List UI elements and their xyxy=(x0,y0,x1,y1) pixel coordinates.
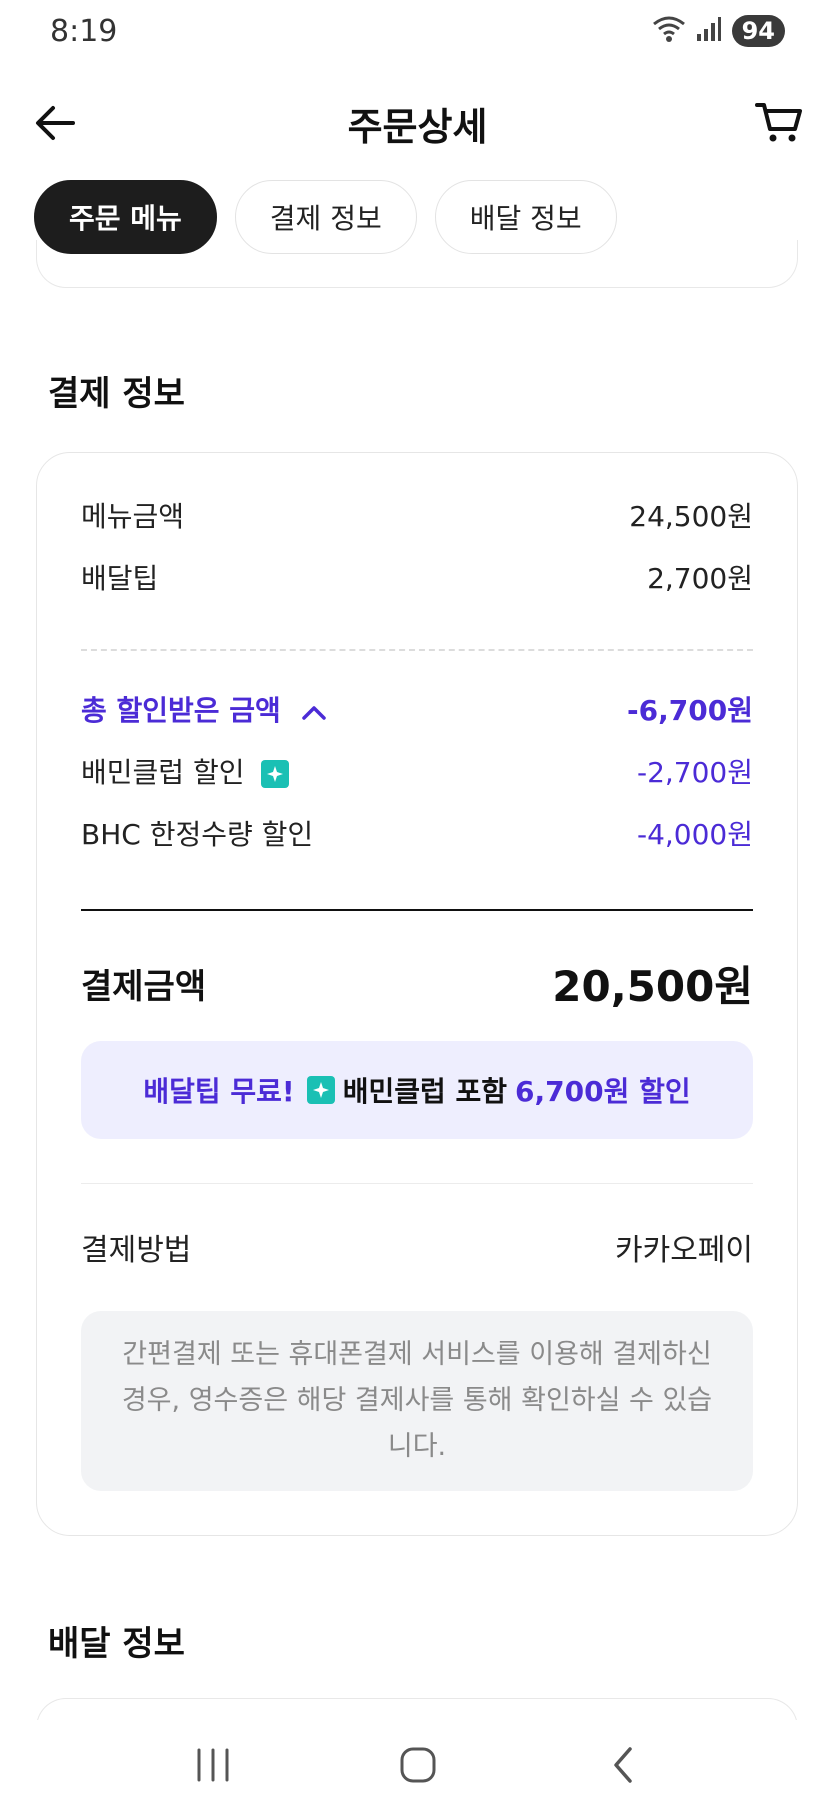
receipt-notice-text: 간편결제 또는 휴대폰결제 서비스를 이용해 결제하신 경우, 영수증은 해당 … xyxy=(121,1339,713,1462)
cart-icon xyxy=(755,103,802,142)
tab-delivery-info[interactable]: 배달 정보 xyxy=(434,180,617,254)
signal-icon xyxy=(696,16,722,46)
chevron-up-icon xyxy=(301,706,326,720)
system-nav-bar xyxy=(0,1720,835,1810)
method-divider xyxy=(81,1183,753,1184)
discount-total-value: -6,700원 xyxy=(627,694,753,727)
bhc-discount-label: BHC 한정수량 할인 xyxy=(81,818,314,851)
section-tabs: 주문 메뉴 결제 정보 배달 정보 xyxy=(34,180,617,254)
baemin-club-icon xyxy=(261,760,290,788)
delivery-tip-label: 배달팁 xyxy=(81,562,159,595)
payment-method-label: 결제방법 xyxy=(81,1233,192,1268)
discount-total-toggle[interactable]: 총 할인받은 금액 xyxy=(81,689,327,729)
recent-apps-button[interactable] xyxy=(178,1730,248,1800)
recent-apps-icon xyxy=(197,1748,228,1782)
wifi-icon xyxy=(652,14,686,48)
discount-total-label: 총 할인받은 금액 xyxy=(81,694,281,727)
menu-amount-label: 메뉴금액 xyxy=(81,500,185,533)
total-label: 결제금액 xyxy=(81,967,207,1007)
home-icon xyxy=(400,1747,435,1783)
battery-indicator: 94 xyxy=(731,15,785,47)
promo-discount-amount: 6,700원 할인 xyxy=(515,1075,691,1108)
discount-row: BHC 한정수량 할인 -4,000원 xyxy=(81,813,753,853)
tab-payment-info[interactable]: 결제 정보 xyxy=(234,180,417,254)
promo-free-tip: 배달팁 무료! xyxy=(143,1075,295,1108)
delivery-tip-row: 배달팁 2,700원 xyxy=(81,557,753,597)
status-time: 8:19 xyxy=(50,14,118,49)
delivery-section-title: 배달 정보 xyxy=(48,1624,185,1664)
delivery-tip-value: 2,700원 xyxy=(647,562,753,595)
total-value: 20,500원 xyxy=(552,962,753,1011)
club-discount-label: 배민클럽 할인 xyxy=(81,756,245,789)
payment-card: 메뉴금액 24,500원 배달팁 2,700원 총 할인받은 금액 -6,700… xyxy=(36,452,798,1536)
club-discount-value: -2,700원 xyxy=(636,756,753,789)
tab-order-menu[interactable]: 주문 메뉴 xyxy=(34,180,217,254)
promo-banner: 배달팁 무료! 배민클럽 포함 6,700원 할인 xyxy=(81,1041,753,1139)
promo-club-included: 배민클럽 포함 xyxy=(342,1075,508,1108)
bhc-discount-value: -4,000원 xyxy=(636,818,753,851)
menu-amount-row: 메뉴금액 24,500원 xyxy=(81,495,753,535)
total-divider xyxy=(81,909,753,911)
receipt-notice: 간편결제 또는 휴대폰결제 서비스를 이용해 결제하신 경우, 영수증은 해당 … xyxy=(81,1311,753,1491)
payment-method-row: 결제방법 카카오페이 xyxy=(81,1225,753,1269)
home-button[interactable] xyxy=(383,1730,453,1800)
status-bar: 8:19 94 xyxy=(0,0,835,64)
cart-button[interactable] xyxy=(751,94,807,150)
page-title: 주문상세 xyxy=(347,105,488,149)
dashed-divider xyxy=(81,649,753,651)
payment-method-value: 카카오페이 xyxy=(615,1233,753,1268)
app-header: 주문상세 xyxy=(0,80,835,160)
discount-total-row[interactable]: 총 할인받은 금액 -6,700원 xyxy=(81,689,753,729)
chevron-left-icon xyxy=(613,1747,632,1783)
total-row: 결제금액 20,500원 xyxy=(81,953,753,1014)
baemin-club-icon xyxy=(306,1076,335,1104)
system-back-button[interactable] xyxy=(588,1730,658,1800)
menu-amount-value: 24,500원 xyxy=(629,500,753,533)
discount-row: 배민클럽 할인 -2,700원 xyxy=(81,751,753,791)
payment-section-title: 결제 정보 xyxy=(48,374,185,414)
status-icons: 94 xyxy=(652,14,785,48)
